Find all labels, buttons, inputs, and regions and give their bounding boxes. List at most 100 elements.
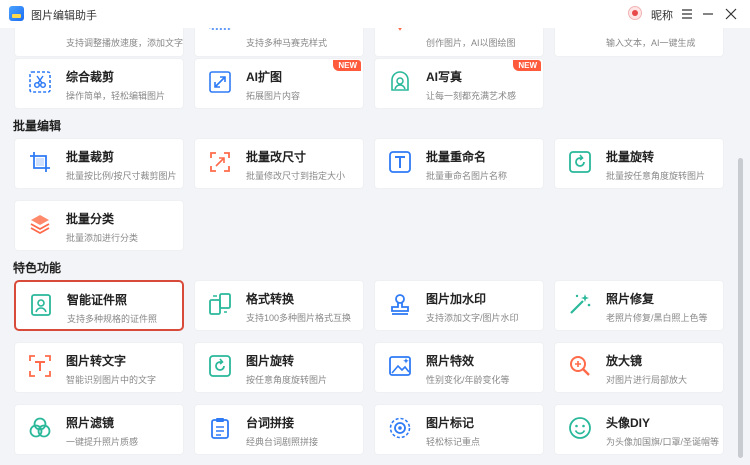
- tool-card-name: 头像DIY: [606, 416, 651, 430]
- tool-card-name: 台词拼接: [246, 416, 295, 430]
- tool-card-name: AI写真: [426, 70, 463, 84]
- tool-card-name: 格式转换: [246, 292, 295, 306]
- section-title-batch: 批量编辑: [13, 119, 62, 133]
- video-icon: [28, 28, 52, 45]
- tool-card-desc: 支持多种马赛克样式: [246, 38, 328, 48]
- tool-card-ai-draw[interactable]: 创作图片，AI以图绘图: [374, 28, 544, 57]
- tool-card-ai-portrait[interactable]: AI写真 让每一刻都充满艺术感 NEW: [374, 58, 544, 109]
- tool-card-desc: 按任意角度旋转图片: [246, 375, 328, 385]
- title-bar: 图片编辑助手 昵称: [0, 0, 750, 28]
- tool-card-name: 照片特效: [426, 354, 475, 368]
- resize-arrows-icon: [208, 150, 232, 174]
- id-photo-icon: [29, 293, 53, 317]
- tool-card-photo-filter[interactable]: 照片滤镜 一键提升照片质感: [14, 404, 184, 455]
- tool-card-desc: 性别变化/年龄变化等: [426, 375, 510, 385]
- mosaic-icon: [208, 28, 232, 45]
- tool-card-desc: 操作简单，轻松编辑图片: [66, 91, 166, 101]
- tool-card-image-mark[interactable]: 图片标记 轻松标记重点: [374, 404, 544, 455]
- crop-scissors-icon: [28, 70, 52, 94]
- tool-card-desc: 对图片进行局部放大: [606, 375, 688, 385]
- tool-card-desc: 支持调整播放速度，添加文字: [66, 38, 184, 48]
- magic-wand-icon: [568, 292, 592, 316]
- ocr-text-icon: [28, 354, 52, 378]
- tool-card-name: 智能证件照: [67, 293, 128, 307]
- tool-card-name: 照片滤镜: [66, 416, 115, 430]
- tool-card-batch-crop[interactable]: 批量裁剪 批量按比例/按尺寸裁剪图片: [14, 138, 184, 189]
- clipboard-icon: [208, 416, 232, 440]
- tool-card-desc: 批量按任意角度旋转图片: [606, 171, 706, 181]
- tool-card-name: 图片旋转: [246, 354, 295, 368]
- ai-draw-icon: [388, 28, 412, 45]
- tool-card-name: 图片转文字: [66, 354, 127, 368]
- tool-card-desc: 经典台词剧照拼接: [246, 437, 319, 447]
- tool-card-ocr[interactable]: 图片转文字 智能识别图片中的文字: [14, 342, 184, 393]
- tool-card-crop[interactable]: 综合裁剪 操作简单，轻松编辑图片: [14, 58, 184, 109]
- new-badge: NEW: [513, 60, 541, 71]
- tool-card-format-convert[interactable]: 格式转换 支持100多种图片格式互换: [194, 280, 364, 331]
- layers-icon: [28, 212, 52, 236]
- filter-circles-icon: [28, 416, 52, 440]
- tool-card-ai-expand[interactable]: AI扩图 拓展图片内容 NEW: [194, 58, 364, 109]
- tool-card-name: 照片修复: [606, 292, 655, 306]
- tool-card-desc: 为头像加国旗/口罩/圣诞帽等: [606, 437, 720, 447]
- main-content: 支持调整播放速度，添加文字 支持多种马赛克样式 创作图片，AI以图绘图 输入文本…: [0, 28, 750, 465]
- rotate-icon: [208, 354, 232, 378]
- tool-card-desc: 输入文本，AI一键生成: [606, 38, 696, 48]
- minimize-icon[interactable]: [697, 3, 719, 25]
- tool-card-photo-effect[interactable]: 照片特效 性别变化/年龄变化等: [374, 342, 544, 393]
- tool-card-video-speed[interactable]: 支持调整播放速度，添加文字: [14, 28, 184, 57]
- vertical-scrollbar[interactable]: [738, 158, 743, 458]
- tool-card-desc: 批量重命名图片名称: [426, 171, 508, 181]
- tool-card-name: 批量重命名: [426, 150, 487, 164]
- tool-card-desc: 批量修改尺寸到指定大小: [246, 171, 346, 181]
- photo-effect-icon: [388, 354, 412, 378]
- tool-card-mosaic[interactable]: 支持多种马赛克样式: [194, 28, 364, 57]
- tool-card-name: 批量改尺寸: [246, 150, 307, 164]
- tool-card-desc: 智能识别图片中的文字: [66, 375, 157, 385]
- tool-card-name: 综合裁剪: [66, 70, 115, 84]
- tool-card-batch-rotate[interactable]: 批量旋转 批量按任意角度旋转图片: [554, 138, 724, 189]
- tool-card-name: 图片标记: [426, 416, 475, 430]
- tool-card-magnifier[interactable]: 放大镜 对图片进行局部放大: [554, 342, 724, 393]
- tool-card-image-rotate[interactable]: 图片旋转 按任意角度旋转图片: [194, 342, 364, 393]
- app-title: 图片编辑助手: [31, 10, 97, 22]
- tool-card-desc: 批量按比例/按尺寸裁剪图片: [66, 171, 177, 181]
- convert-icon: [208, 292, 232, 316]
- tool-card-name: 放大镜: [606, 354, 643, 368]
- rename-text-icon: [388, 150, 412, 174]
- new-badge: NEW: [333, 60, 361, 71]
- app-logo-icon: [9, 6, 24, 21]
- tool-card-batch-resize[interactable]: 批量改尺寸 批量修改尺寸到指定大小: [194, 138, 364, 189]
- tool-card-batch-rename[interactable]: 批量重命名 批量重命名图片名称: [374, 138, 544, 189]
- batch-crop-icon: [28, 150, 52, 174]
- tool-card-desc: 批量添加进行分类: [66, 233, 139, 243]
- close-icon[interactable]: [720, 3, 742, 25]
- tool-card-name: 批量旋转: [606, 150, 655, 164]
- menu-icon[interactable]: [676, 3, 698, 25]
- target-mark-icon: [388, 416, 412, 440]
- tool-card-desc: 支持100多种图片格式互换: [246, 313, 352, 323]
- tool-card-batch-classify[interactable]: 批量分类 批量添加进行分类: [14, 200, 184, 251]
- tool-card-subtitle-stitch[interactable]: 台词拼接 经典台词剧照拼接: [194, 404, 364, 455]
- rotate-icon: [568, 150, 592, 174]
- smiley-icon: [568, 416, 592, 440]
- tool-card-desc: 支持多种规格的证件照: [67, 314, 158, 324]
- user-avatar[interactable]: [628, 6, 642, 20]
- user-name[interactable]: 昵称: [651, 7, 673, 23]
- portrait-frame-icon: [388, 70, 412, 94]
- tool-card-name: 批量分类: [66, 212, 115, 226]
- tool-card-desc: 一键提升照片质感: [66, 437, 139, 447]
- tool-card-name: AI扩图: [246, 70, 283, 84]
- tool-card-watermark[interactable]: 图片加水印 支持添加文字/图片水印: [374, 280, 544, 331]
- expand-arrows-icon: [208, 70, 232, 94]
- magnifier-icon: [568, 354, 592, 378]
- tool-card-avatar-diy[interactable]: 头像DIY 为头像加国旗/口罩/圣诞帽等: [554, 404, 724, 455]
- tool-card-desc: 创作图片，AI以图绘图: [426, 38, 516, 48]
- tool-card-ai-generate[interactable]: 输入文本，AI一键生成: [554, 28, 724, 57]
- tool-card-name: 图片加水印: [426, 292, 487, 306]
- tool-card-desc: 支持添加文字/图片水印: [426, 313, 519, 323]
- tool-card-id-photo[interactable]: 智能证件照 支持多种规格的证件照: [14, 280, 184, 331]
- section-title-special: 特色功能: [13, 261, 62, 275]
- tool-card-photo-repair[interactable]: 照片修复 老照片修复/黑白照上色等: [554, 280, 724, 331]
- stamp-icon: [388, 292, 412, 316]
